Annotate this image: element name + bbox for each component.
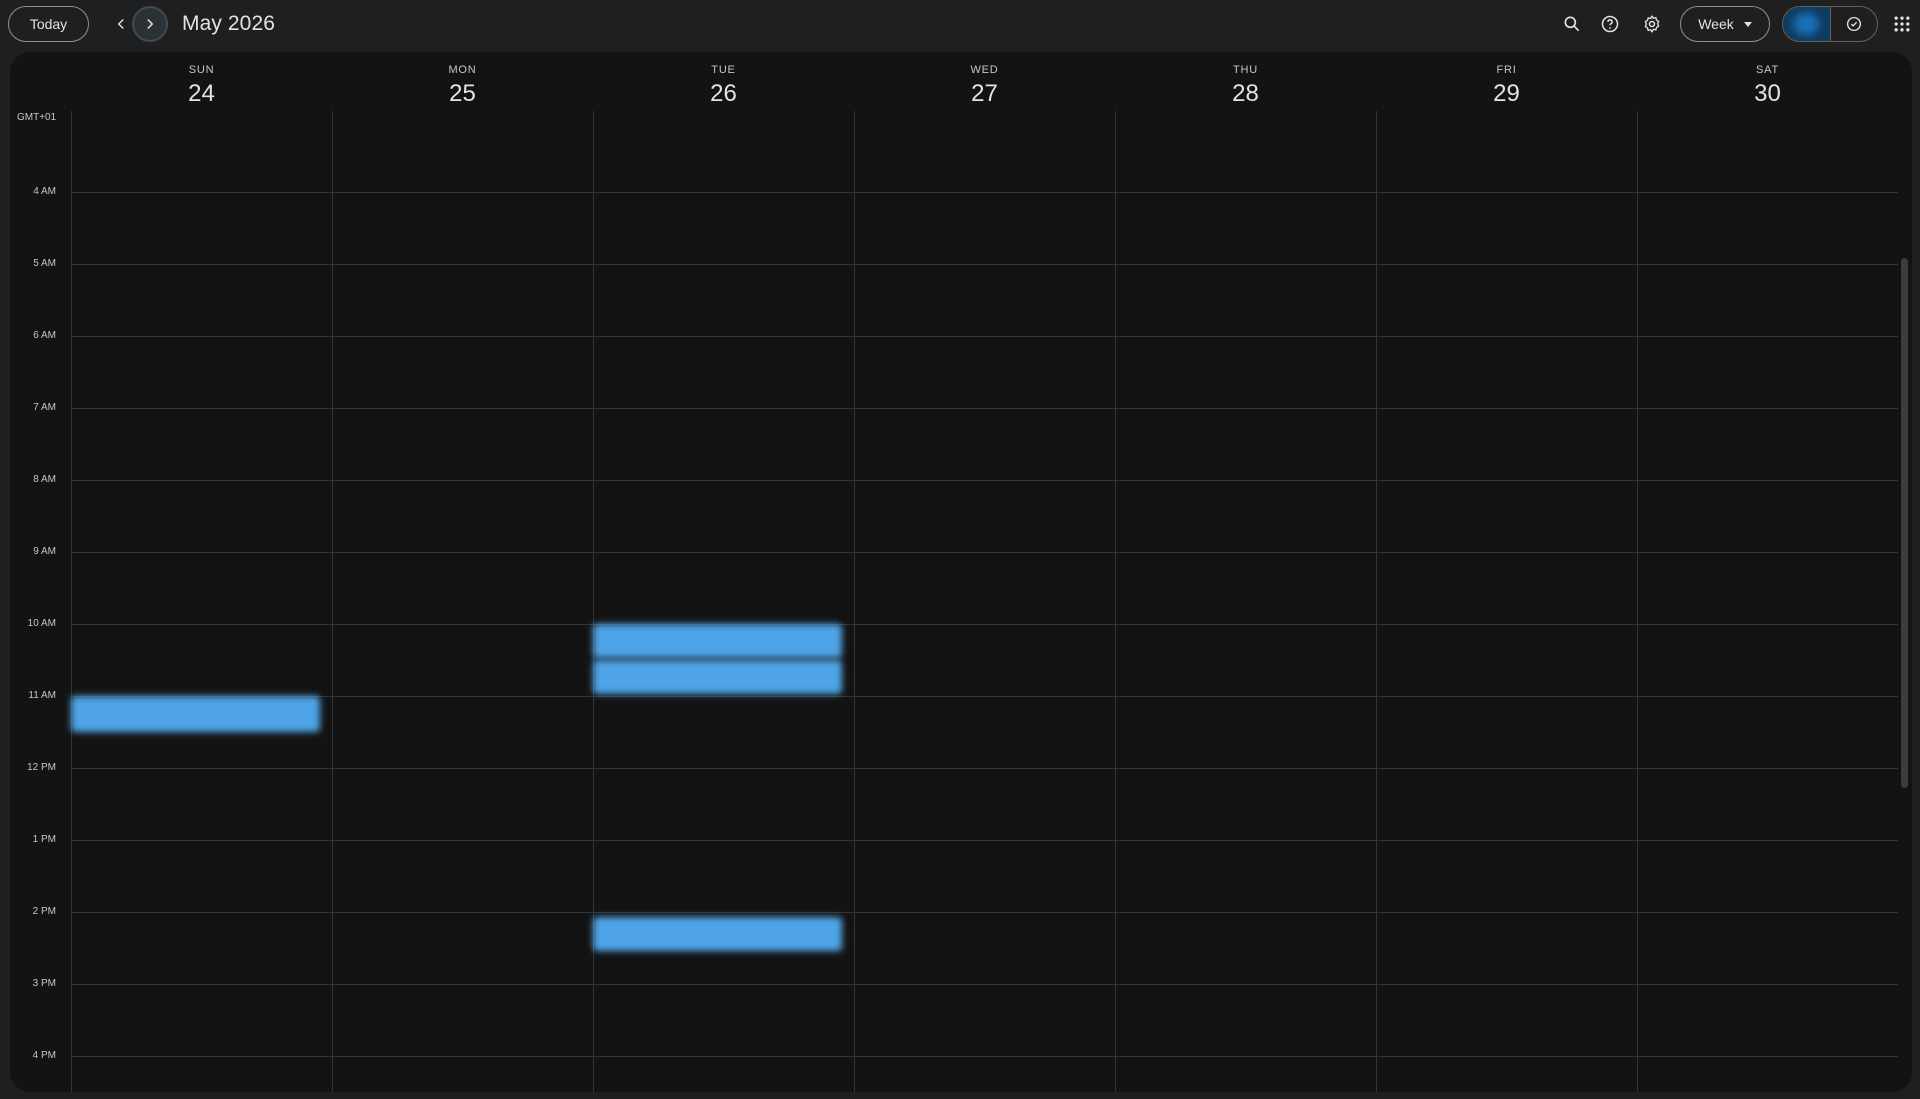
hour-gridline — [71, 696, 1898, 697]
hour-label: 8 AM — [33, 474, 56, 485]
day-column-divider — [1637, 111, 1638, 1092]
day-column-divider — [332, 111, 333, 1092]
day-header-thu[interactable]: THU 28 — [1115, 52, 1376, 112]
event-title — [593, 917, 842, 923]
day-column-divider — [854, 111, 855, 1092]
hour-label: 10 AM — [27, 618, 56, 629]
search-button[interactable] — [1556, 8, 1588, 40]
hour-gridline — [71, 1056, 1898, 1057]
day-column-divider — [1115, 111, 1116, 1092]
day-header-fri[interactable]: FRI 29 — [1376, 52, 1637, 112]
calendar-mode-button[interactable] — [1783, 7, 1830, 41]
today-button[interactable]: Today — [8, 6, 89, 42]
day-number[interactable]: 24 — [71, 80, 332, 108]
day-name: WED — [970, 64, 999, 76]
hour-gridline — [71, 912, 1898, 913]
hour-label: 9 AM — [33, 546, 56, 557]
day-number[interactable]: 30 — [1637, 80, 1898, 108]
hour-gridline — [71, 192, 1898, 193]
hour-label: 12 PM — [27, 762, 56, 773]
hour-label: 5 AM — [33, 258, 56, 269]
calendar-event[interactable] — [593, 660, 842, 694]
day-number[interactable]: 28 — [1115, 80, 1376, 108]
day-number[interactable]: 26 — [593, 80, 854, 108]
chevron-right-icon — [147, 18, 154, 30]
check-circle-icon — [1846, 16, 1862, 32]
calendar-event[interactable] — [593, 917, 842, 951]
next-week-button[interactable] — [132, 6, 168, 42]
hour-label: 2 PM — [32, 906, 56, 917]
help-button[interactable] — [1594, 8, 1626, 40]
hour-label: 4 PM — [32, 1050, 56, 1061]
hour-gridline — [71, 408, 1898, 409]
day-number[interactable]: 25 — [332, 80, 593, 108]
event-title — [71, 696, 320, 702]
calendar-tasks-toggle — [1782, 6, 1878, 42]
hour-gridline — [71, 624, 1898, 625]
day-name: MON — [448, 64, 477, 76]
hour-gridline — [71, 264, 1898, 265]
day-header-sun[interactable]: SUN 24 — [71, 52, 332, 112]
chevron-left-icon — [117, 18, 124, 30]
day-number[interactable]: 27 — [854, 80, 1115, 108]
hour-gridline — [71, 984, 1898, 985]
day-name: THU — [1232, 64, 1258, 76]
event-title — [593, 624, 842, 630]
apps-button[interactable] — [1886, 8, 1918, 40]
hour-gridline — [71, 336, 1898, 337]
tasks-mode-button[interactable] — [1829, 7, 1877, 41]
hour-label: 4 AM — [33, 186, 56, 197]
day-name: SAT — [1756, 64, 1779, 76]
day-number[interactable]: 29 — [1376, 80, 1637, 108]
hour-gridline — [71, 768, 1898, 769]
hour-gridline — [71, 480, 1898, 481]
hour-label: 7 AM — [33, 402, 56, 413]
calendar-icon — [1793, 13, 1820, 35]
calendar-header: Today May 2026 Week — [0, 0, 1920, 52]
hour-label: 1 PM — [32, 834, 56, 845]
hour-label: 11 AM — [28, 690, 56, 701]
day-header-sat[interactable]: SAT 30 — [1637, 52, 1898, 112]
day-name: FRI — [1496, 64, 1517, 76]
day-name: SUN — [188, 64, 215, 76]
search-icon — [1564, 16, 1580, 32]
vertical-scrollbar[interactable] — [1901, 258, 1908, 788]
month-title: May 2026 — [182, 12, 276, 35]
day-name: TUE — [711, 64, 736, 76]
caret-down-icon — [1743, 21, 1752, 27]
day-header-tue[interactable]: TUE 26 — [593, 52, 854, 112]
view-switcher-label: Week — [1698, 16, 1734, 32]
hour-gridline — [71, 552, 1898, 553]
day-header-wed[interactable]: WED 27 — [854, 52, 1115, 112]
calendar-event[interactable] — [71, 696, 320, 732]
apps-grid-icon — [1894, 16, 1910, 32]
week-grid: GMT+01 SUN 24 MON 25 TUE 26 WED 27 THU 28 FRI 29 SAT… — [10, 52, 1912, 1092]
day-column-divider — [1376, 111, 1377, 1092]
event-title — [593, 660, 842, 666]
timezone-label: GMT+01 — [17, 112, 57, 123]
hour-gridline — [71, 840, 1898, 841]
day-header-mon[interactable]: MON 25 — [332, 52, 593, 112]
day-column-divider — [71, 111, 72, 1092]
calendar-event[interactable] — [593, 624, 842, 658]
gear-icon — [1644, 15, 1660, 33]
help-icon — [1601, 15, 1619, 33]
hour-label: 6 AM — [33, 330, 56, 341]
hour-label: 3 PM — [32, 978, 56, 989]
settings-button[interactable] — [1636, 8, 1668, 40]
view-switcher[interactable]: Week — [1680, 6, 1770, 42]
